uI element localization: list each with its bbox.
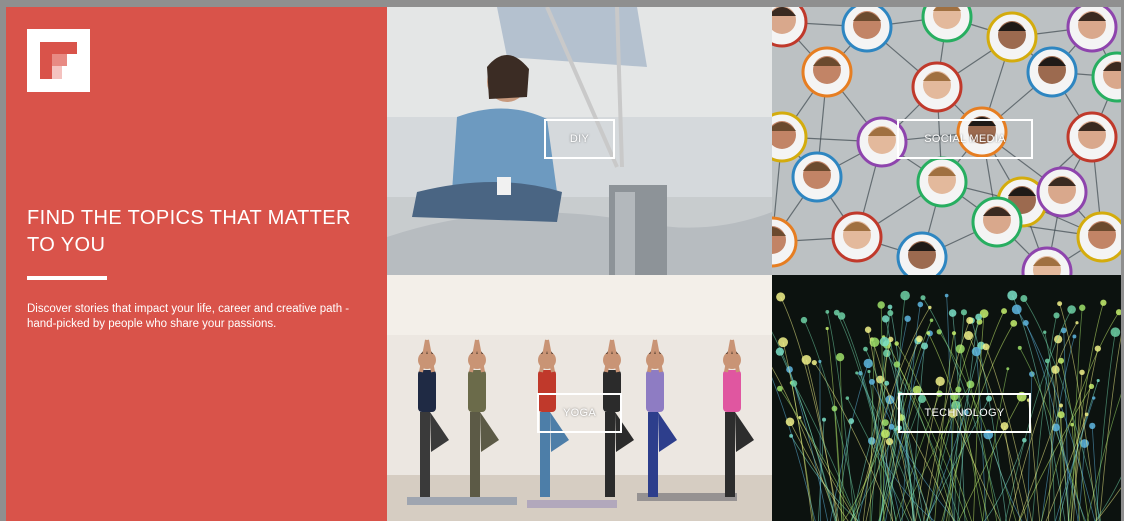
hero-description: Discover stories that impact your life, … [27, 303, 350, 330]
headline-divider [27, 276, 107, 280]
hero-headline: FIND THE TOPICS THAT MATTER TO YOU [27, 207, 351, 256]
topic-label-diy[interactable]: DIY [544, 119, 615, 159]
topic-label-yoga[interactable]: YOGA [537, 393, 622, 433]
topic-tile-social-media[interactable]: SOCIAL MEDIA [772, 7, 1121, 275]
flipboard-logo-icon[interactable] [27, 29, 90, 92]
topic-label-social-media[interactable]: SOCIAL MEDIA [897, 119, 1033, 159]
topic-tile-diy[interactable]: DIY [387, 7, 772, 275]
topic-tile-yoga[interactable]: YOGA [387, 275, 772, 521]
hero-panel: FIND THE TOPICS THAT MATTER TO YOU Disco… [6, 7, 387, 521]
topic-label-technology[interactable]: TECHNOLOGY [898, 393, 1031, 433]
topic-tile-technology[interactable]: TECHNOLOGY [772, 275, 1121, 521]
